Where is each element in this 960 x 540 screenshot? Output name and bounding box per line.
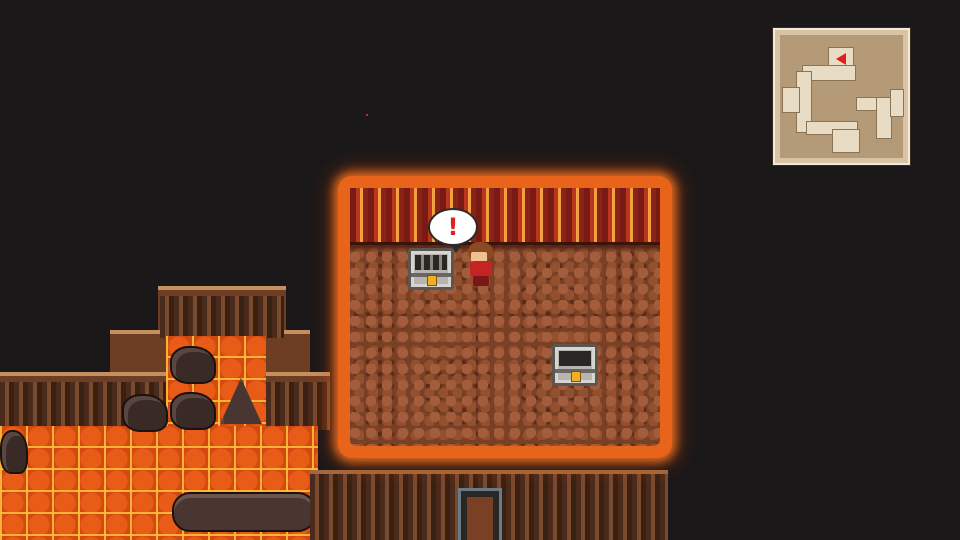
exclamation-icon: !	[447, 213, 459, 241]
chest-lid	[415, 255, 447, 270]
open-chest-icon[interactable]	[408, 248, 454, 290]
chest-lock	[427, 275, 437, 286]
chest-lock	[571, 371, 581, 382]
hero-sprite-icon	[466, 242, 496, 286]
minimap-room	[890, 89, 904, 117]
minimap-room	[782, 87, 800, 113]
fallen-log	[172, 492, 316, 532]
minimap-map	[780, 35, 904, 158]
minimap-room	[832, 129, 860, 153]
alert-speech-bubble: !	[428, 208, 478, 253]
boulder	[0, 430, 28, 474]
boulder	[170, 392, 216, 430]
ember-particle	[366, 114, 368, 116]
boulder	[122, 394, 168, 432]
cave-doorway[interactable]	[458, 488, 502, 540]
closed-chest-icon[interactable]	[552, 344, 598, 386]
chest-lid	[559, 351, 591, 366]
minimap[interactable]	[773, 28, 910, 165]
treasure-room-back-wall	[350, 188, 660, 252]
boulder	[170, 346, 216, 384]
cave-wall-upper	[160, 296, 284, 338]
game-viewport: !	[0, 0, 960, 540]
hero-legs	[473, 276, 489, 286]
hero-body	[470, 261, 492, 277]
player-arrow-icon	[836, 53, 846, 65]
